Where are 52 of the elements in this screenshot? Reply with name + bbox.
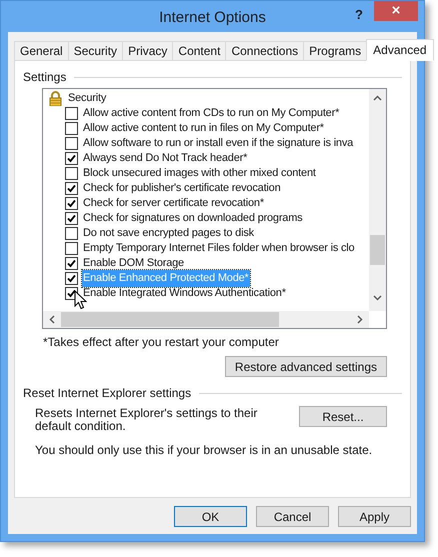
- dialog-button[interactable]: Apply: [338, 506, 411, 527]
- checkbox[interactable]: [65, 137, 78, 150]
- scroll-thumb[interactable]: [370, 235, 385, 265]
- horizontal-scrollbar[interactable]: [43, 311, 369, 328]
- option-label[interactable]: Allow active content to run in files on My Computer*: [82, 120, 325, 137]
- checkbox[interactable]: [65, 242, 78, 255]
- checkbox[interactable]: [65, 152, 78, 165]
- vertical-scrollbar[interactable]: [369, 89, 386, 311]
- checkbox[interactable]: [65, 257, 78, 270]
- reset-button[interactable]: Reset...: [299, 406, 387, 427]
- close-button[interactable]: ×: [374, 1, 418, 21]
- scroll-thumb[interactable]: [61, 312, 279, 327]
- option-label[interactable]: Check for publisher's certificate revocation: [82, 180, 282, 197]
- option-label[interactable]: Check for signatures on downloaded programs: [82, 210, 304, 227]
- footnote-text: *Takes effect after you restart your computer: [43, 334, 280, 351]
- option-label[interactable]: Allow software to run or install even if the signature is inva: [82, 135, 354, 152]
- tab[interactable]: Privacy: [122, 41, 174, 60]
- restore-button[interactable]: Restore advanced settings: [224, 356, 387, 377]
- option-label[interactable]: Check for server certificate revocation*: [82, 195, 265, 212]
- checkbox[interactable]: [65, 107, 78, 120]
- option-label[interactable]: Enable Integrated Windows Authentication*: [82, 285, 287, 302]
- window-title: Internet Options: [159, 8, 266, 28]
- note-text: You should only use this if your browser is in an unusable state.: [35, 442, 374, 459]
- description-text: Resets Internet Explorer's settings to their default condition.: [35, 405, 258, 433]
- scroll-left-icon[interactable]: [49, 315, 55, 324]
- option-label[interactable]: Block unsecured images with other mixed content: [82, 165, 317, 182]
- checkbox[interactable]: [65, 197, 78, 210]
- option-label[interactable]: Empty Temporary Internet Files folder when browser is clo: [82, 240, 356, 257]
- category-label: Security: [68, 91, 106, 106]
- scroll-down-icon[interactable]: [373, 295, 382, 301]
- group-label: Reset Internet Explorer settings: [23, 385, 192, 402]
- checkbox[interactable]: [65, 227, 78, 240]
- group-label: Settings: [23, 69, 66, 86]
- checkbox[interactable]: [65, 182, 78, 195]
- option-label[interactable]: Allow active content from CDs to run on My Computer*: [82, 105, 340, 122]
- scroll-right-icon[interactable]: [357, 315, 363, 324]
- dialog-button[interactable]: Cancel: [256, 506, 329, 527]
- tab[interactable]: Advanced: [366, 39, 434, 61]
- option-label[interactable]: Enable DOM Storage: [82, 255, 185, 272]
- checkbox[interactable]: [65, 212, 78, 225]
- checkbox[interactable]: [65, 167, 78, 180]
- scroll-up-icon[interactable]: [373, 95, 382, 101]
- tab[interactable]: Security: [68, 41, 124, 60]
- help-button[interactable]: ?: [344, 1, 374, 24]
- checkbox[interactable]: [65, 272, 78, 285]
- option-label[interactable]: Do not save encrypted pages to disk: [82, 225, 255, 242]
- padlock-icon: [49, 91, 62, 106]
- tab[interactable]: Programs: [303, 41, 368, 60]
- checkbox[interactable]: [65, 122, 78, 135]
- dialog-button[interactable]: OK: [174, 506, 247, 527]
- tab[interactable]: General: [14, 41, 69, 60]
- option-label[interactable]: Always send Do Not Track header*: [82, 150, 248, 167]
